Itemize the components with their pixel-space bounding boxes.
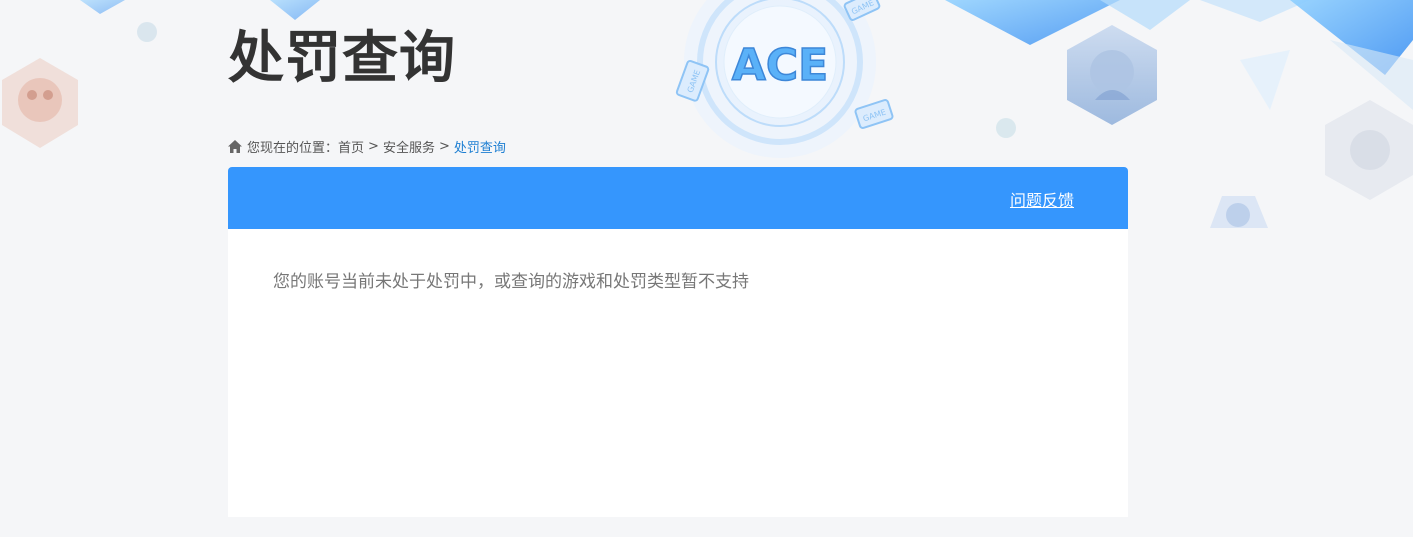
ace-logo-emblem: ACE <box>684 0 876 158</box>
status-message: 您的账号当前未处于处罚中，或查询的游戏和处罚类型暂不支持 <box>273 272 749 292</box>
ace-logo-text: ACE <box>732 40 828 91</box>
breadcrumb-separator: > <box>438 138 450 154</box>
breadcrumb-separator: > <box>368 138 379 154</box>
character-hexagon-far-right <box>1325 100 1413 200</box>
character-hexagon-left <box>2 58 78 148</box>
home-icon <box>228 139 242 153</box>
panel-body: 您的账号当前未处于处罚中，或查询的游戏和处罚类型暂不支持 <box>228 229 1128 517</box>
panel-header: 问题反馈 <box>228 167 1128 229</box>
page-title: 处罚查询 <box>228 26 456 91</box>
breadcrumb-security-link[interactable]: 安全服务 <box>383 137 435 156</box>
breadcrumb-current: 处罚查询 <box>453 140 506 156</box>
breadcrumb: 您现在的位置： 首页 > 安全服务 > 处罚查询 <box>228 137 506 156</box>
feedback-link[interactable]: 问题反馈 <box>1010 187 1074 211</box>
character-hexagon-right <box>1067 25 1157 125</box>
character-small-right <box>1210 196 1268 228</box>
breadcrumb-prefix: 您现在的位置： <box>247 140 339 156</box>
breadcrumb-home-link[interactable]: 首页 <box>338 137 364 156</box>
